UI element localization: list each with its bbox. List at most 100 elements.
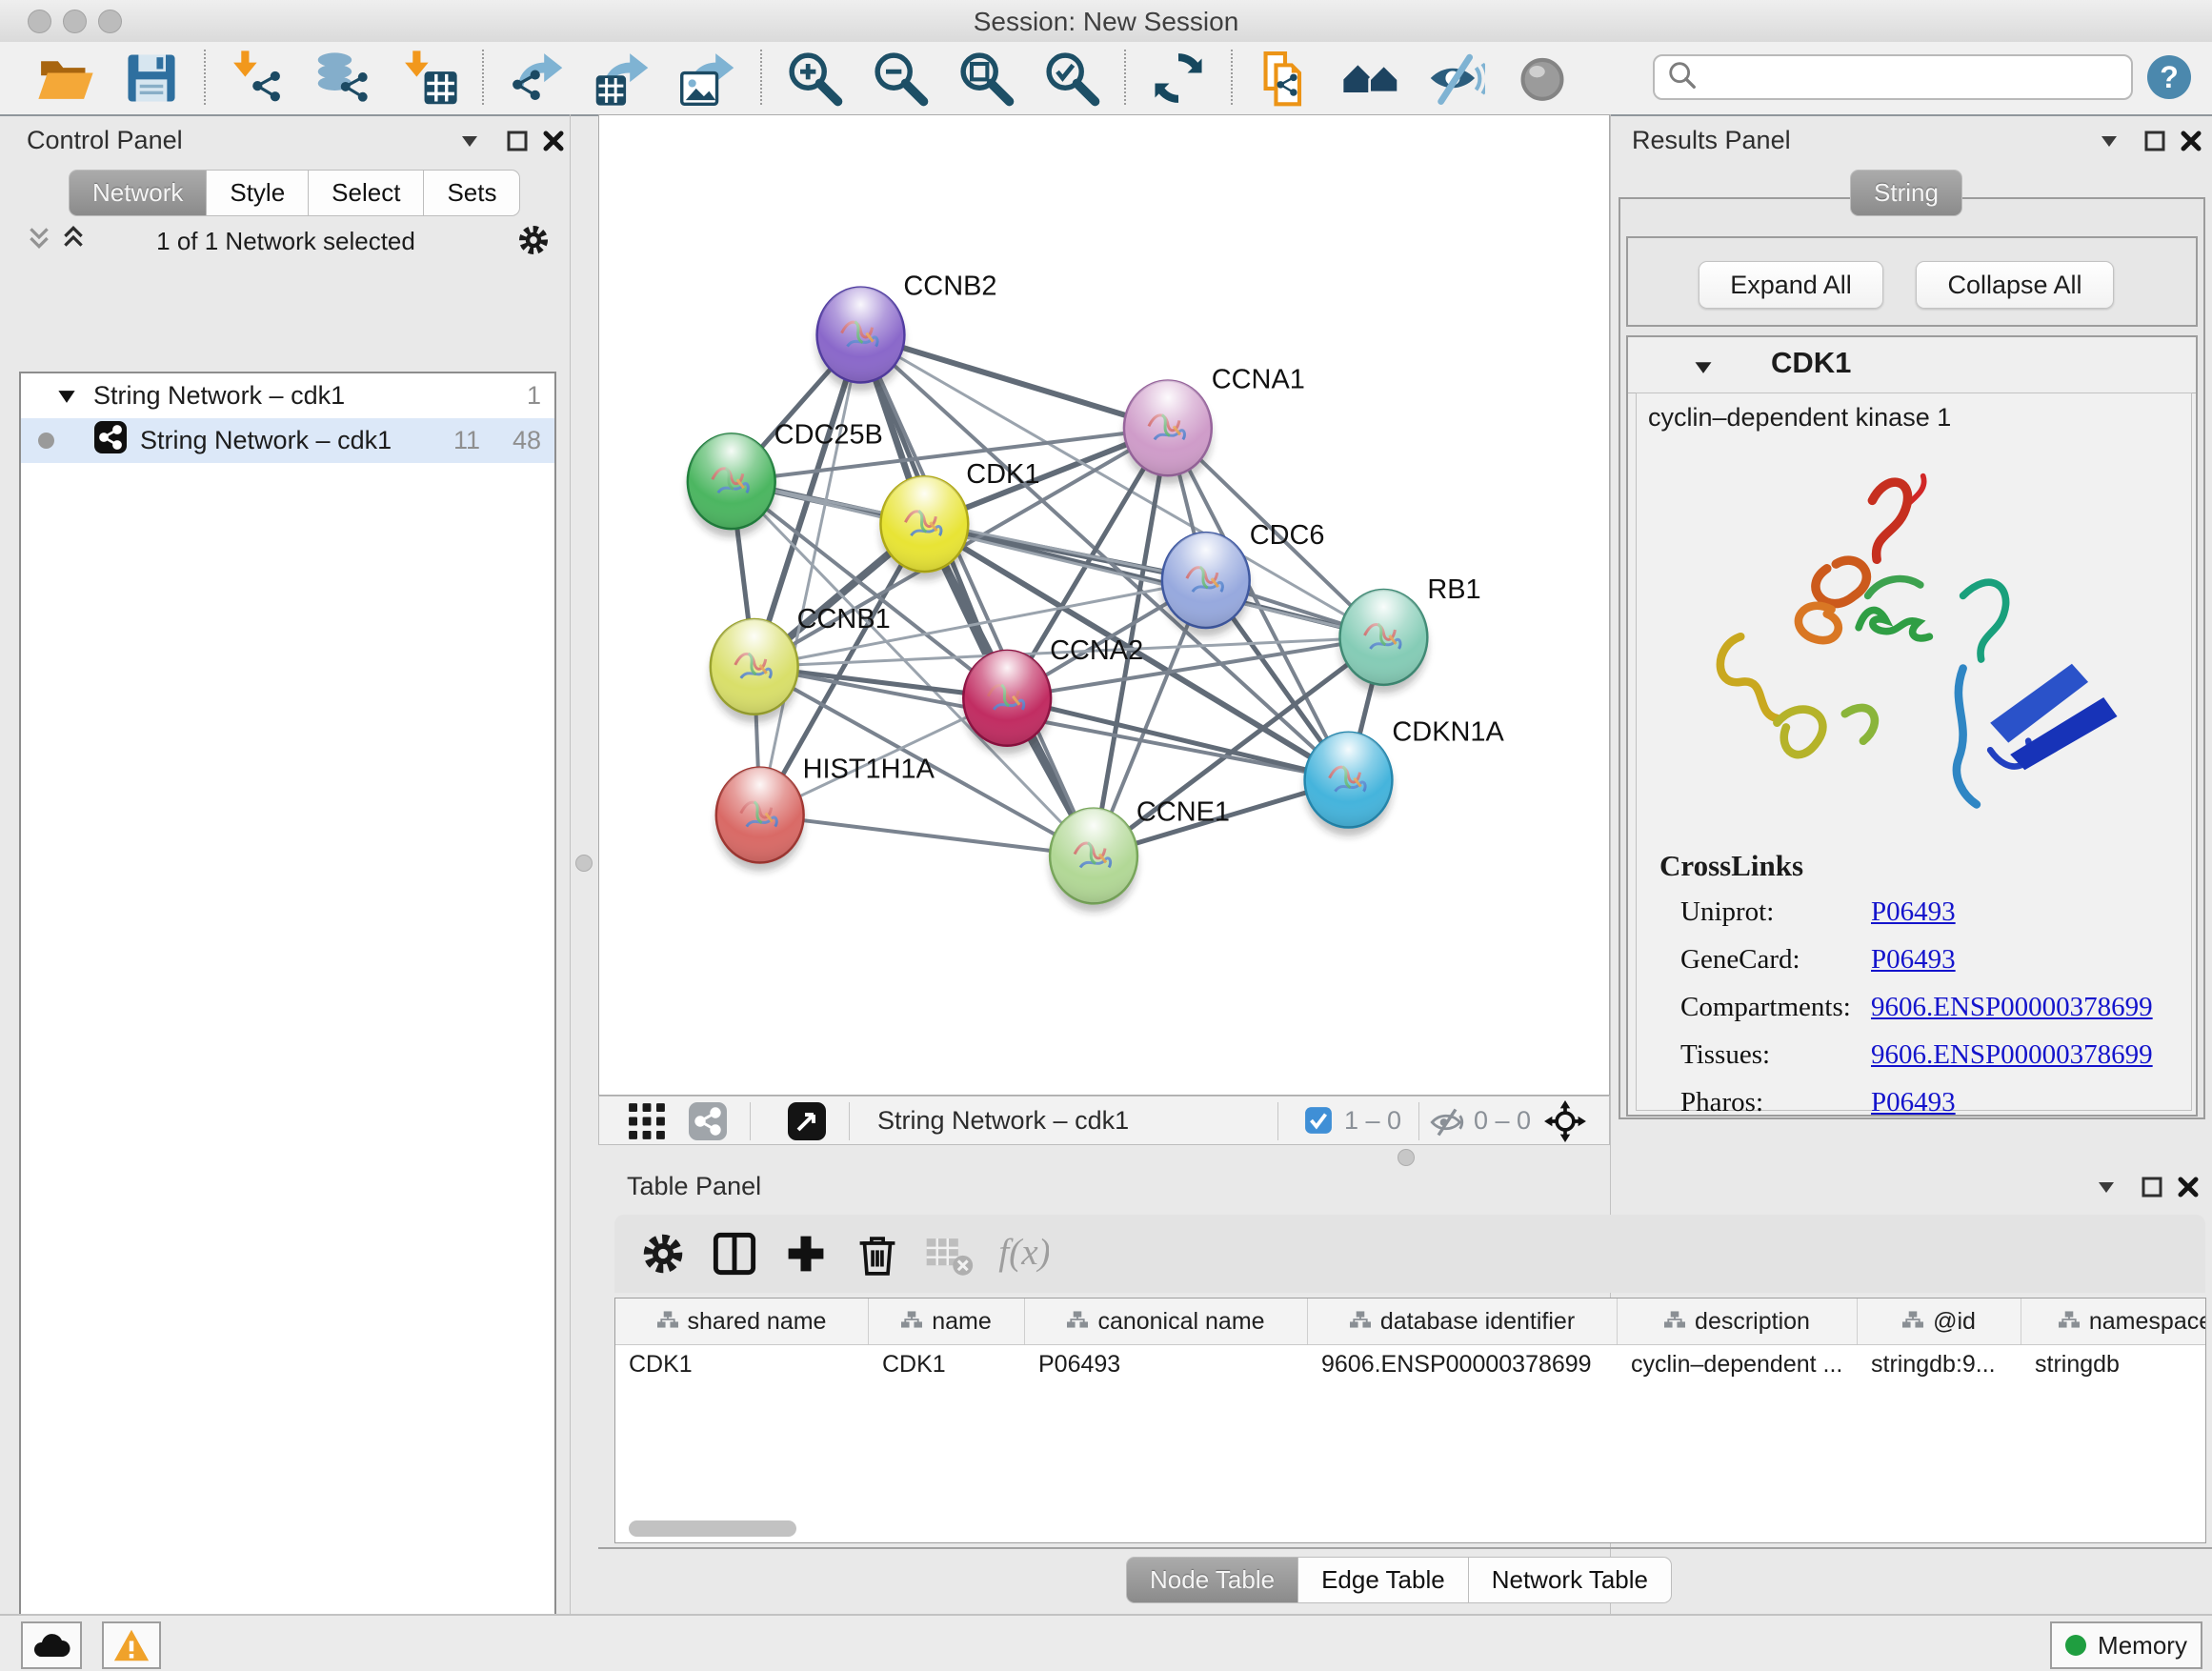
zoom-selected-icon[interactable] [1041,48,1102,109]
import-table-icon[interactable] [399,48,460,109]
network-node-cdkn1a[interactable]: CDKN1A [1305,717,1505,836]
export-network-icon[interactable] [506,48,567,109]
hide-selected-icon[interactable] [1426,48,1487,109]
table-row[interactable]: CDK1CDK1P064939606.ENSP00000378699cyclin… [615,1345,2205,1383]
network-node-hist1h1a[interactable]: HIST1H1A [716,755,935,872]
tab-select[interactable]: Select [309,170,424,216]
network-edge[interactable] [860,335,1167,429]
collapse-panel-icon[interactable] [455,128,484,154]
gear-icon[interactable] [635,1226,691,1281]
network-edge[interactable] [760,815,1094,856]
network-node-rb1[interactable]: RB1 [1340,574,1481,694]
tree-expand-icon[interactable] [57,381,76,411]
crosslink-link[interactable]: P06493 [1871,1087,1956,1118]
tab-string[interactable]: String [1850,170,1962,216]
close-panel-icon[interactable] [539,128,568,154]
crosslink-link[interactable]: 9606.ENSP00000378699 [1871,1039,2153,1071]
import-network-icon[interactable] [228,48,289,109]
collapse-panel-icon[interactable] [2092,1174,2121,1200]
results-tabs: String [1850,170,1962,216]
export-image-icon[interactable] [677,48,738,109]
tab-style[interactable]: Style [207,170,309,216]
float-panel-icon[interactable] [2138,1174,2166,1200]
collapse-panel-icon[interactable] [2095,128,2123,154]
vertical-splitter-handle[interactable] [575,855,593,872]
table-tabs: Node TableEdge TableNetwork Table [1126,1557,1672,1603]
hidden-eye-icon[interactable] [1430,1105,1464,1139]
expand-all-button[interactable]: Expand All [1699,261,1883,309]
column-tree-icon [657,1308,678,1336]
search-input[interactable] [1699,62,2131,93]
tab-edge-table[interactable]: Edge Table [1298,1557,1469,1603]
memory-button[interactable]: Memory [2050,1621,2202,1669]
toolbar-separator [482,50,484,105]
collapse-all-button[interactable]: Collapse All [1916,261,2114,309]
cloud-icon[interactable] [21,1621,82,1669]
birdseye-icon[interactable] [786,1100,828,1142]
network-collection-row[interactable]: String Network – cdk1 1 [21,373,554,418]
float-panel-icon[interactable] [503,128,532,154]
network-view-canvas[interactable]: CCNB2CCNA1CDC25BCDK1CDC6RB1CCNB1CCNA2CDK… [598,114,1610,1096]
add-column-icon[interactable] [778,1226,834,1281]
zoom-in-icon[interactable] [784,48,845,109]
table-cell[interactable]: cyclin–dependent ... [1618,1345,1858,1383]
horizontal-splitter-handle[interactable] [1398,1149,1415,1166]
selected-checkbox[interactable] [1304,1106,1333,1135]
share-icon[interactable] [687,1100,729,1142]
table-cell[interactable]: CDK1 [615,1345,869,1383]
crosslink-link[interactable]: 9606.ENSP00000378699 [1871,992,2153,1023]
network-node-cdc25b[interactable]: CDC25B [688,419,883,537]
table-cell[interactable]: CDK1 [869,1345,1025,1383]
network-edge[interactable] [760,335,861,815]
crosslink-link[interactable]: P06493 [1871,944,1956,976]
show-all-icon[interactable] [1512,48,1573,109]
table-cell[interactable]: stringdb:9... [1858,1345,2021,1383]
tab-node-table[interactable]: Node Table [1126,1557,1298,1603]
column-header-shared-name[interactable]: shared name [615,1299,869,1344]
table-cell[interactable]: stringdb [2021,1345,2206,1383]
crosslink-link[interactable]: P06493 [1871,896,1956,928]
column-header-canonical-name[interactable]: canonical name [1025,1299,1308,1344]
network-node-ccna1[interactable]: CCNA1 [1124,364,1305,484]
tab-network-table[interactable]: Network Table [1469,1557,1672,1603]
network-row-selected[interactable]: String Network – cdk1 11 48 [21,418,554,463]
close-panel-icon[interactable] [2177,128,2205,154]
column-header-namespace[interactable]: namespace [2021,1299,2206,1344]
first-neighbors-icon[interactable] [1340,48,1401,109]
grid-icon[interactable] [626,1100,668,1142]
collapse-all-tree-icon[interactable] [25,224,53,251]
columns-icon[interactable] [707,1226,762,1281]
expand-all-tree-icon[interactable] [59,224,88,251]
horizontal-scrollbar[interactable] [629,1520,796,1537]
column-header-description[interactable]: description [1618,1299,1858,1344]
pan-icon[interactable] [1542,1098,1588,1144]
column-header-database-identifier[interactable]: database identifier [1308,1299,1618,1344]
gene-card-header[interactable]: CDK1 [1628,337,2196,393]
gear-icon[interactable] [514,221,553,259]
close-panel-icon[interactable] [2174,1174,2202,1200]
import-database-icon[interactable] [313,48,374,109]
column-header--id[interactable]: @id [1858,1299,2021,1344]
column-header-name[interactable]: name [869,1299,1025,1344]
function-builder-icon: f(x) [995,1226,1051,1281]
search-box[interactable] [1653,54,2133,100]
tab-sets[interactable]: Sets [424,170,520,216]
save-session-icon[interactable] [121,48,182,109]
zoom-out-icon[interactable] [870,48,931,109]
network-node-ccne1[interactable]: CCNE1 [1050,797,1230,913]
warning-icon[interactable] [102,1621,161,1669]
delete-column-icon[interactable] [850,1226,905,1281]
duplicate-network-icon[interactable] [1255,48,1316,109]
float-panel-icon[interactable] [2141,128,2169,154]
open-session-icon[interactable] [35,48,96,109]
export-table-icon[interactable] [592,48,653,109]
zoom-fit-icon[interactable] [955,48,1016,109]
help-icon[interactable]: ? [2147,55,2191,99]
table-cell[interactable]: P06493 [1025,1345,1308,1383]
network-node-ccnb2[interactable]: CCNB2 [817,272,997,392]
main-toolbar: ? [0,42,2212,116]
table-cell[interactable]: 9606.ENSP00000378699 [1308,1345,1618,1383]
collapse-gene-icon[interactable] [1689,353,1718,380]
tab-network[interactable]: Network [69,170,207,216]
refresh-icon[interactable] [1148,48,1209,109]
